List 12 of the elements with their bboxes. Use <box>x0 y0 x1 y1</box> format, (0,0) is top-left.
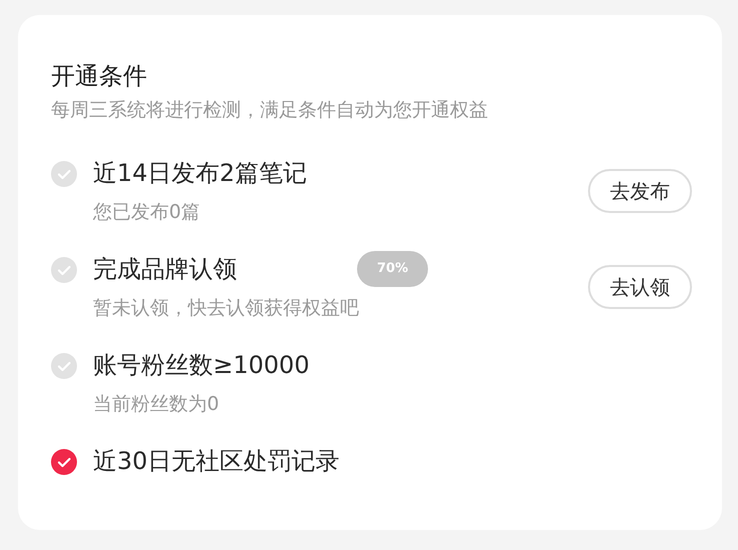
condition-title: 完成品牌认领 <box>93 254 237 285</box>
condition-detail: 当前粉丝数为0 <box>93 392 220 417</box>
condition-title: 账号粉丝数≥10000 <box>93 350 310 381</box>
action-button[interactable]: 去发布 <box>588 169 692 213</box>
condition-detail: 暂未认领，快去认领获得权益吧 <box>93 296 360 321</box>
progress-badge: 70% <box>357 251 428 287</box>
condition-title: 近14日发布2篇笔记 <box>93 158 307 189</box>
section-subtitle: 每周三系统将进行检测，满足条件自动为您开通权益 <box>51 98 489 123</box>
condition-detail: 您已发布0篇 <box>93 200 202 225</box>
condition-title: 近30日无社区处罚记录 <box>93 446 340 477</box>
action-button[interactable]: 去认领 <box>588 265 692 309</box>
section-title: 开通条件 <box>51 61 148 92</box>
